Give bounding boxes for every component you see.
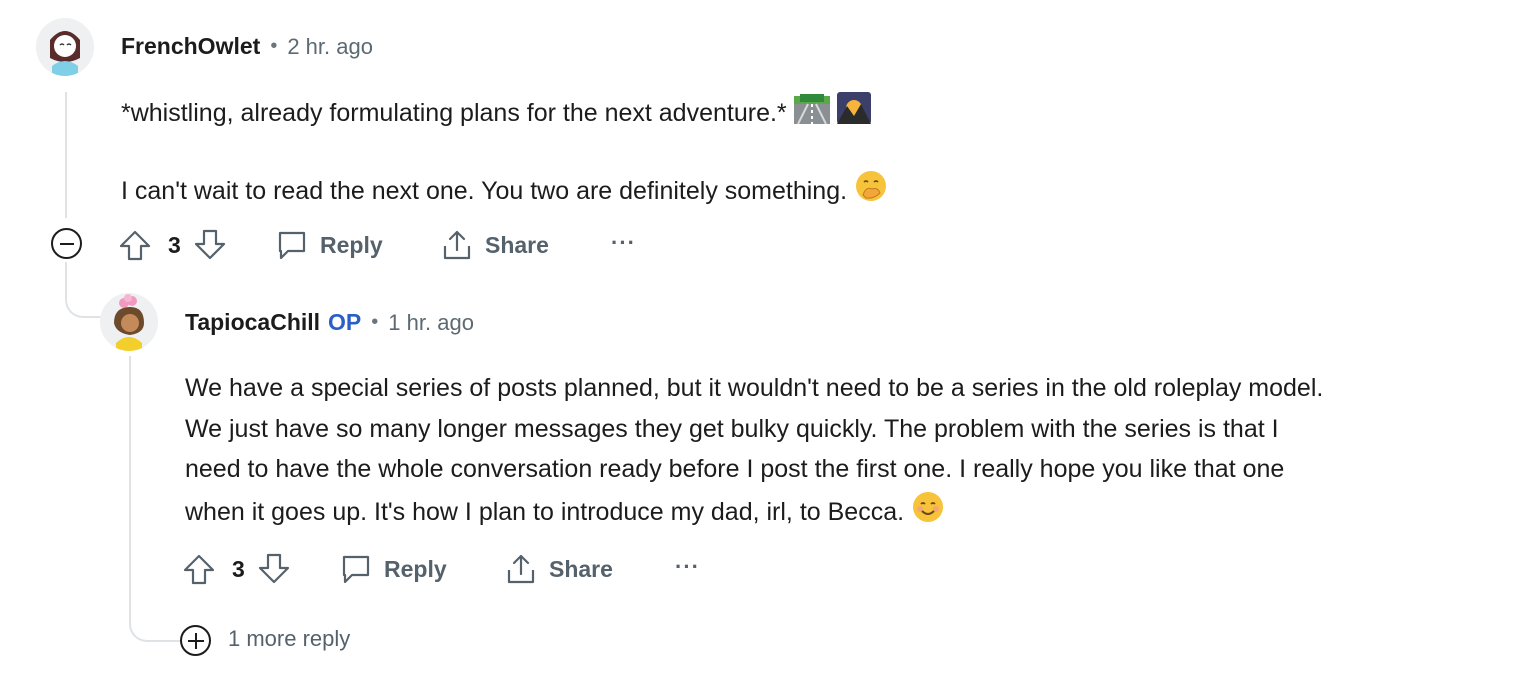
thread-line-main	[65, 92, 67, 218]
comment-line: when it goes up. It's how I plan to intr…	[185, 490, 1535, 537]
expand-replies-button[interactable]	[180, 625, 211, 656]
author-name[interactable]: TapiocaChill	[185, 309, 320, 336]
upvote-icon	[183, 554, 215, 585]
collapse-thread-button[interactable]	[51, 228, 82, 259]
upvote-button[interactable]	[182, 553, 216, 585]
more-options-button[interactable]: ···	[675, 554, 700, 580]
vote-count: 3	[232, 555, 245, 582]
minus-icon	[59, 242, 74, 245]
comment-line: need to have the whole conversation read…	[185, 455, 1285, 483]
share-icon	[443, 230, 471, 260]
share-icon	[507, 554, 535, 584]
thread-connector	[65, 262, 103, 318]
author-name[interactable]: FrenchOwlet	[121, 33, 260, 60]
op-badge: OP	[328, 309, 362, 335]
downvote-icon	[194, 229, 225, 260]
separator-dot: •	[270, 35, 278, 57]
more-options-button[interactable]: ···	[611, 230, 636, 256]
thread-line-reply	[129, 356, 131, 618]
comment-line: We have a special series of posts planne…	[185, 374, 1324, 402]
smiling-face-icon	[911, 490, 945, 537]
comment-line: *whistling, already formulating plans fo…	[121, 92, 1221, 137]
vote-bar: 3	[118, 228, 227, 262]
avatar[interactable]	[36, 18, 94, 76]
downvote-button[interactable]	[257, 553, 291, 585]
reply-button[interactable]: Reply	[276, 228, 383, 262]
comment-body: We have a special series of posts planne…	[185, 368, 1535, 536]
share-button[interactable]: Share	[505, 552, 613, 586]
comment-body: *whistling, already formulating plans fo…	[121, 92, 1221, 215]
vote-count: 3	[168, 231, 181, 258]
share-button[interactable]: Share	[441, 228, 549, 262]
plus-icon	[187, 632, 204, 649]
sunrise-over-mountains-icon	[836, 92, 871, 137]
timestamp[interactable]: 2 hr. ago	[287, 34, 373, 60]
timestamp[interactable]: 1 hr. ago	[388, 310, 474, 336]
vote-bar: 3	[182, 552, 291, 586]
upvote-icon	[119, 230, 151, 261]
thread-connector-more	[129, 600, 183, 642]
downvote-icon	[258, 553, 289, 584]
downvote-button[interactable]	[193, 229, 227, 261]
avatar[interactable]	[100, 293, 158, 351]
hand-over-mouth-icon	[854, 169, 888, 216]
upvote-button[interactable]	[118, 229, 152, 261]
comment-header: TapiocaChill OP • 1 hr. ago	[185, 309, 474, 336]
motorway-icon	[793, 92, 830, 137]
comment-header: FrenchOwlet • 2 hr. ago	[121, 33, 373, 60]
more-replies-link[interactable]: 1 more reply	[228, 626, 350, 652]
comment-bubble-icon	[342, 555, 370, 584]
comment-line: I can't wait to read the next one. You t…	[121, 169, 1221, 216]
comment-line: We just have so many longer messages the…	[185, 414, 1279, 443]
separator-dot: •	[371, 311, 379, 333]
reply-button[interactable]: Reply	[340, 552, 447, 586]
comment-bubble-icon	[278, 231, 306, 260]
